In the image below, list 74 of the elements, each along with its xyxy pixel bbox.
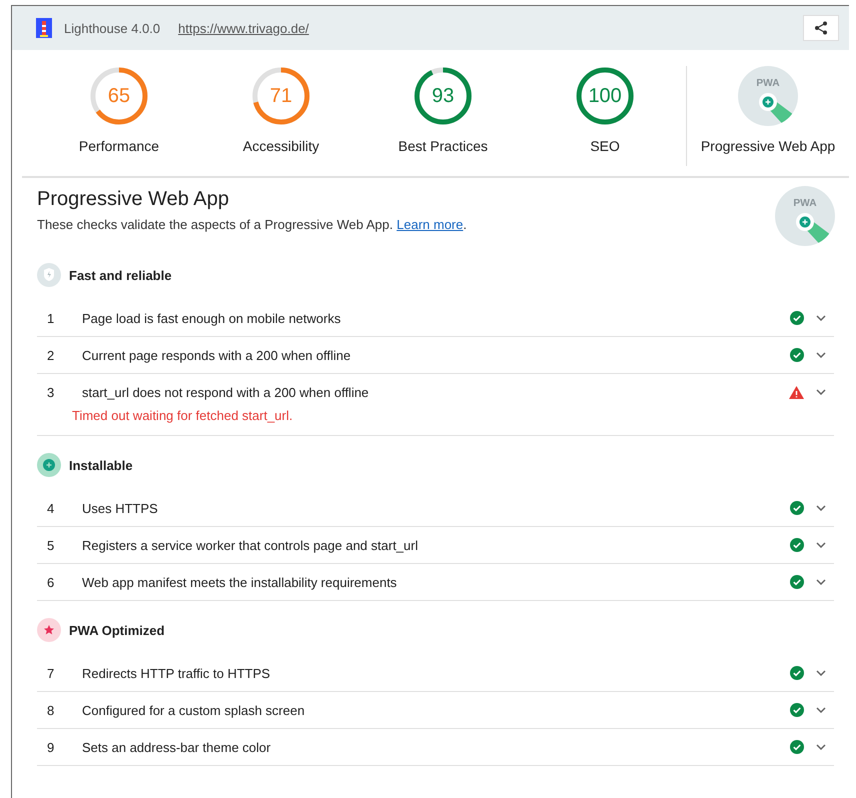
check-circle-icon (790, 311, 804, 325)
audit-row[interactable]: 8 Configured for a custom splash screen (37, 692, 834, 729)
audit-row[interactable]: 6 Web app manifest meets the installability requirements (37, 564, 834, 601)
audit-title: Redirects HTTP traffic to HTTPS (82, 666, 272, 680)
pwa-badge-text: PWA (792, 198, 818, 209)
audit-row[interactable]: 4 Uses HTTPS (37, 490, 834, 527)
chevron-down-icon[interactable] (816, 505, 826, 511)
chevron-down-icon[interactable] (816, 352, 826, 358)
category-label: Accessibility (242, 138, 320, 154)
chevron-down-icon[interactable] (816, 744, 826, 750)
audit-title: Page load is fast enough on mobile networks (82, 310, 342, 326)
share-icon (814, 21, 828, 35)
audit-number: 3 (46, 384, 56, 400)
pwa-badge-icon (775, 186, 835, 246)
lighthouse-logo-icon (36, 18, 52, 38)
audit-row[interactable]: 7 Redirects HTTP traffic to HTTPS (37, 655, 834, 692)
score-gauge-ring (251, 66, 311, 126)
shield-bolt-icon (37, 263, 61, 287)
check-circle-icon (790, 501, 804, 515)
chevron-down-icon[interactable] (816, 389, 826, 395)
score-gauge[interactable]: 93 (413, 66, 473, 126)
check-circle-icon (790, 703, 804, 717)
audit-title: Uses HTTPS (82, 500, 159, 516)
audit-number: 1 (46, 310, 56, 326)
warning-triangle-icon (789, 386, 804, 398)
audit-number: 4 (46, 500, 56, 516)
audit-title: Configured for a custom splash screen (82, 702, 306, 718)
check-circle-icon (790, 348, 804, 362)
audit-row[interactable]: 1 Page load is fast enough on mobile networks (37, 300, 834, 337)
audit-number: 6 (46, 574, 56, 590)
lighthouse-version: Lighthouse 4.0.0 (64, 20, 160, 36)
plus-circle-icon (37, 453, 61, 477)
score-gauge[interactable]: 100 (575, 66, 635, 126)
chevron-down-icon[interactable] (816, 670, 826, 676)
audit-row[interactable]: 5 Registers a service worker that controls page and start_url (37, 527, 834, 564)
chevron-down-icon[interactable] (816, 707, 826, 713)
check-circle-icon (790, 740, 804, 754)
audit-number: 2 (46, 348, 56, 362)
audit-title: Sets an address-bar theme color (82, 740, 272, 754)
section-title: Progressive Web App (37, 188, 230, 211)
category-label: Best Practices (398, 138, 488, 154)
audit-number: 9 (46, 740, 56, 754)
learn-more-link[interactable]: Learn more (396, 217, 464, 232)
chevron-down-icon[interactable] (816, 579, 826, 585)
audit-number: 7 (46, 666, 56, 680)
pwa-badge-text: PWA (755, 78, 781, 89)
error-message: Timed out waiting for fetched start_url. (72, 408, 294, 423)
category-label: SEO (590, 138, 620, 154)
audit-title: start_url does not respond with a 200 when offline (82, 384, 370, 400)
audit-title: Current page responds with a 200 when offline (82, 348, 352, 362)
chevron-down-icon[interactable] (816, 542, 826, 548)
section-description: These checks validate the aspects of a Progressive Web App. Learn more. (37, 217, 467, 232)
pwa-badge-icon (738, 66, 798, 126)
audit-number: 5 (46, 538, 56, 552)
chevron-down-icon[interactable] (816, 315, 826, 321)
group-title: PWA Optimized (69, 622, 165, 638)
audit-title: Registers a service worker that controls page and start_url (82, 538, 419, 552)
check-circle-icon (790, 666, 804, 680)
score-gauge-ring (413, 66, 473, 126)
group-title: Installable (69, 458, 133, 472)
check-circle-icon (790, 575, 804, 589)
category-label: Performance (78, 138, 160, 154)
audit-title: Web app manifest meets the installability requirements (82, 574, 398, 590)
audit-row[interactable]: 3 start_url does not respond with a 200 when offline Timed out waiting for fetched start_url. (37, 374, 834, 436)
audit-number: 8 (46, 702, 56, 718)
share-button[interactable] (803, 15, 839, 41)
category-label: Progressive Web App (700, 138, 836, 154)
group-title: Fast and reliable (69, 268, 172, 282)
audit-row[interactable]: 9 Sets an address-bar theme color (37, 729, 834, 766)
check-circle-icon (790, 538, 804, 552)
page-url-link[interactable]: https://www.trivago.de/ (178, 20, 309, 36)
score-gauge-ring (89, 66, 149, 126)
audit-row[interactable]: 2 Current page responds with a 200 when offline (37, 337, 834, 374)
score-gauge-ring (575, 66, 635, 126)
